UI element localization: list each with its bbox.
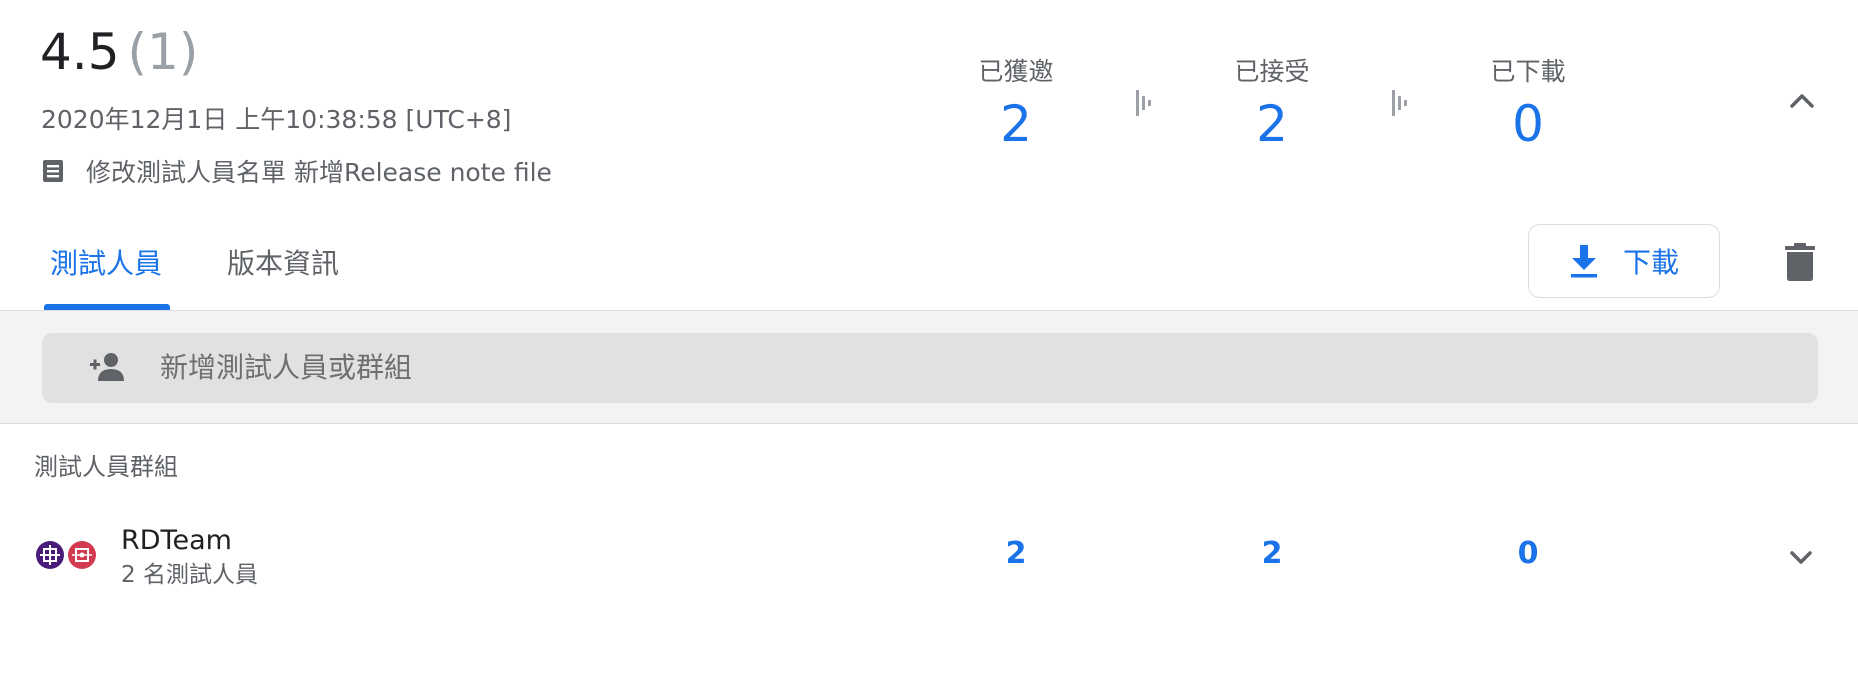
delete-button[interactable] [1784, 242, 1816, 282]
release-timestamp: 2020年12月1日 上午10:38:58 [UTC+8] [41, 105, 512, 134]
group-accepted-count: 2 [1261, 536, 1283, 571]
download-icon [1570, 245, 1597, 278]
collapse-button[interactable] [1782, 80, 1822, 120]
tab-testers[interactable]: 測試人員 [50, 246, 162, 282]
stat-downloaded-value: 0 [1512, 95, 1544, 153]
group-name: RDTeam [121, 525, 232, 556]
stat-invited-value: 2 [1000, 95, 1032, 153]
release-note-text: 修改測試人員名單 新增Release note file [86, 158, 552, 187]
chevron-down-icon [1790, 551, 1812, 564]
stat-invited-label: 已獲邀 [978, 57, 1054, 86]
list-item[interactable] [0, 510, 1858, 604]
release-version: 4.5 (1) [40, 22, 198, 82]
stat-accepted-label: 已接受 [1234, 57, 1310, 86]
avatar-icon [36, 541, 64, 569]
group-tester-count: 2 名測試人員 [121, 562, 258, 588]
tab-release-notes[interactable]: 版本資訊 [227, 246, 339, 282]
download-label: 下載 [1622, 246, 1679, 279]
version-number: 4.5 [40, 23, 120, 81]
group-invited-count: 2 [1005, 536, 1027, 571]
release-note: 修改測試人員名單 新增Release note file [42, 154, 552, 188]
group-downloaded-count: 0 [1517, 536, 1539, 571]
add-tester-placeholder: 新增測試人員或群組 [160, 351, 413, 384]
chevron-up-icon [1790, 94, 1814, 108]
stat-invited: 已獲邀 2 [886, 56, 1146, 152]
stat-accepted: 已接受 2 [1142, 56, 1402, 152]
release-count: (1) [127, 23, 199, 81]
avatar-icon [68, 541, 96, 569]
add-person-icon [88, 352, 124, 382]
notes-icon [42, 159, 64, 183]
stat-downloaded-label: 已下載 [1490, 57, 1566, 86]
section-title: 測試人員群組 [34, 453, 178, 481]
trash-icon [1785, 243, 1815, 281]
expand-button[interactable] [1784, 540, 1818, 574]
stat-downloaded: 已下載 0 [1398, 56, 1658, 152]
stat-accepted-value: 2 [1256, 95, 1288, 153]
download-button[interactable]: 下載 [1528, 224, 1720, 298]
